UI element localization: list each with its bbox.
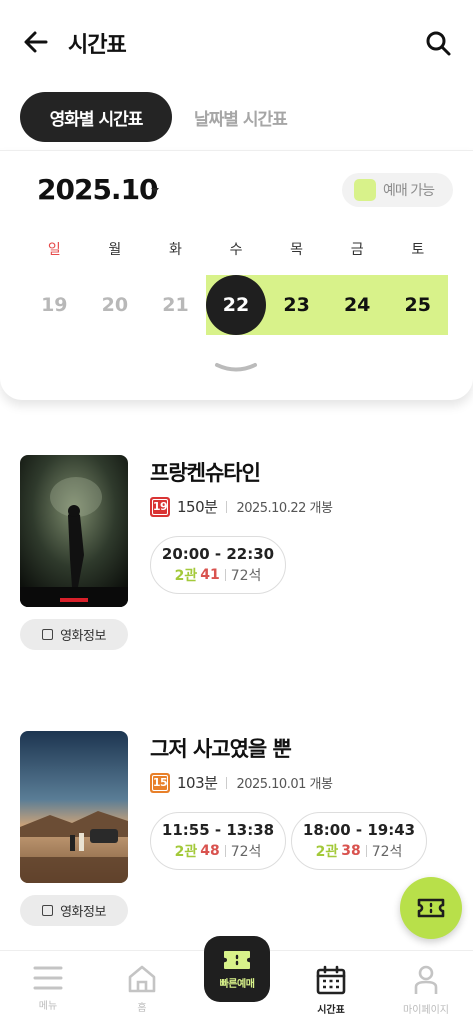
date-cell: 19 bbox=[41, 294, 68, 316]
seat-info: 2관 41 72석 bbox=[175, 565, 262, 585]
page-title: 시간표 bbox=[68, 33, 127, 58]
nav-menu[interactable]: 메뉴 bbox=[8, 951, 88, 1024]
nav-label: 마이페이지 bbox=[403, 1005, 449, 1016]
quick-booking-label: 빠른예매 bbox=[219, 978, 255, 990]
legend-swatch bbox=[354, 179, 376, 201]
back-arrow-icon[interactable] bbox=[22, 28, 50, 56]
date-cell[interactable]: 25 bbox=[387, 275, 448, 335]
movie-poster[interactable] bbox=[20, 455, 128, 607]
calendar-card: 2025.10 예매 가능 일 월 화 수 목 금 토 19 20 21 22 … bbox=[0, 150, 473, 400]
ticket-icon bbox=[417, 898, 445, 918]
search-icon[interactable] bbox=[424, 29, 452, 57]
person-icon bbox=[414, 965, 438, 994]
header: 시간표 bbox=[0, 0, 473, 84]
showtime-range: 11:55 - 13:38 bbox=[161, 821, 275, 839]
movie-info-button[interactable]: 영화정보 bbox=[20, 895, 128, 926]
date-row: 19 20 21 22 23 24 25 bbox=[24, 275, 448, 335]
selected-date-label: 22 bbox=[206, 275, 267, 335]
showtime-list: 11:55 - 13:38 2관 48 72석 18:00 - 19:43 2관… bbox=[150, 812, 432, 870]
hamburger-icon bbox=[33, 966, 63, 990]
info-icon bbox=[42, 629, 54, 640]
seat-info: 2관 38 72석 bbox=[316, 841, 403, 861]
movie-title[interactable]: 그저 사고였을 뿐 bbox=[150, 733, 292, 763]
hall-label: 2관 bbox=[174, 844, 198, 860]
nav-label: 홈 bbox=[137, 1003, 147, 1014]
release-date: 2025.10.22 개봉 bbox=[236, 501, 333, 516]
availability-legend: 예매 가능 bbox=[342, 173, 453, 207]
remaining-seats: 48 bbox=[200, 843, 220, 859]
date-cell: 21 bbox=[162, 294, 189, 316]
ticket-fab-button[interactable] bbox=[400, 877, 462, 939]
info-icon bbox=[42, 905, 54, 916]
movie-meta: 19 150분 2025.10.22 개봉 bbox=[150, 496, 333, 517]
chevron-down-icon[interactable] bbox=[214, 359, 258, 377]
nav-home[interactable]: 홈 bbox=[102, 951, 182, 1024]
total-seats: 72석 bbox=[230, 844, 262, 860]
showtime-chip[interactable]: 11:55 - 13:38 2관 48 72석 bbox=[150, 812, 286, 870]
showtime-chip[interactable]: 20:00 - 22:30 2관 41 72석 bbox=[150, 536, 286, 594]
total-seats: 72석 bbox=[230, 568, 262, 584]
tab-by-date[interactable]: 날짜별 시간표 bbox=[194, 105, 288, 130]
nav-label: 메뉴 bbox=[38, 1001, 58, 1012]
legend-label: 예매 가능 bbox=[383, 183, 435, 199]
total-seats: 72석 bbox=[371, 844, 403, 860]
weekday-label: 토 bbox=[411, 242, 425, 258]
weekday-label: 금 bbox=[350, 242, 364, 258]
weekday-label: 월 bbox=[108, 242, 122, 258]
divider bbox=[226, 500, 228, 513]
weekday-label: 화 bbox=[169, 242, 182, 258]
month-selector[interactable]: 2025.10 bbox=[37, 173, 159, 206]
release-date: 2025.10.01 개봉 bbox=[236, 777, 333, 792]
movie-title[interactable]: 프랑켄슈타인 bbox=[150, 457, 261, 487]
nav-schedule[interactable]: 시간표 bbox=[291, 951, 371, 1024]
seat-info: 2관 48 72석 bbox=[175, 841, 262, 861]
divider bbox=[226, 776, 228, 789]
showtime-chip[interactable]: 18:00 - 19:43 2관 38 72석 bbox=[291, 812, 427, 870]
hall-label: 2관 bbox=[315, 844, 339, 860]
divider bbox=[365, 845, 367, 857]
runtime: 150분 bbox=[177, 498, 218, 516]
remaining-seats: 38 bbox=[341, 843, 361, 859]
home-icon bbox=[128, 965, 156, 993]
movie-info-label: 영화정보 bbox=[60, 629, 106, 644]
divider bbox=[224, 569, 226, 581]
date-cell[interactable]: 23 bbox=[266, 275, 327, 335]
calendar-icon bbox=[316, 965, 346, 995]
showtime-list: 20:00 - 22:30 2관 41 72석 bbox=[150, 536, 291, 594]
weekday-label: 목 bbox=[290, 242, 304, 258]
date-cell-selected[interactable]: 22 bbox=[206, 275, 267, 335]
movie-poster[interactable] bbox=[20, 731, 128, 883]
weekday-label: 수 bbox=[229, 242, 243, 258]
movie-info-button[interactable]: 영화정보 bbox=[20, 619, 128, 650]
runtime: 103분 bbox=[177, 774, 218, 792]
movie-info-label: 영화정보 bbox=[60, 905, 106, 920]
date-cell: 20 bbox=[101, 294, 129, 316]
remaining-seats: 41 bbox=[200, 567, 220, 583]
age-rating-badge: 15 bbox=[150, 772, 170, 793]
hall-label: 2관 bbox=[174, 568, 198, 584]
caret-down-icon[interactable] bbox=[151, 188, 159, 193]
nav-label: 시간표 bbox=[317, 1005, 345, 1016]
showtime-range: 18:00 - 19:43 bbox=[302, 821, 416, 839]
age-rating-badge: 19 bbox=[150, 496, 170, 517]
nav-mypage[interactable]: 마이페이지 bbox=[386, 951, 466, 1024]
showtime-range: 20:00 - 22:30 bbox=[161, 545, 275, 563]
tab-by-movie[interactable]: 영화별 시간표 bbox=[20, 92, 172, 142]
weekday-row: 일 월 화 수 목 금 토 bbox=[24, 239, 448, 259]
date-cell[interactable]: 24 bbox=[327, 275, 388, 335]
ticket-icon bbox=[224, 950, 250, 969]
weekday-label: 일 bbox=[47, 242, 61, 258]
quick-booking-button[interactable]: 빠른예매 bbox=[204, 936, 270, 1002]
divider bbox=[224, 845, 226, 857]
movie-meta: 15 103분 2025.10.01 개봉 bbox=[150, 772, 333, 793]
schedule-tabs: 영화별 시간표 날짜별 시간표 bbox=[20, 92, 288, 142]
